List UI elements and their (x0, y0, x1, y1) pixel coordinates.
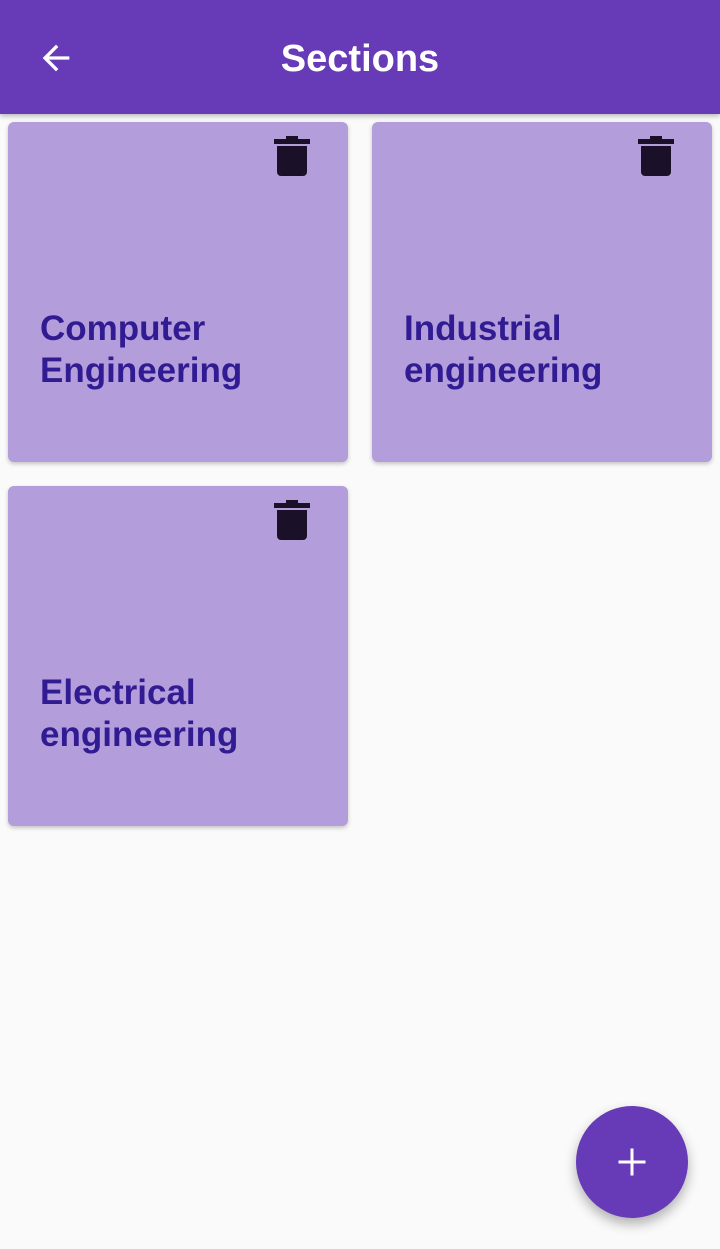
section-card-industrial-engineering[interactable]: Industrial engineering (372, 122, 712, 462)
trash-icon (274, 500, 310, 540)
section-card-electrical-engineering[interactable]: Electrical engineering (8, 486, 348, 826)
page-title: Sections (280, 38, 440, 80)
section-label: Electrical engineering (40, 673, 239, 754)
trash-icon (274, 136, 310, 176)
section-card-computer-engineering[interactable]: Computer Engineering (8, 122, 348, 462)
delete-button[interactable] (272, 134, 312, 178)
add-section-button[interactable] (576, 1106, 688, 1218)
plus-icon (618, 1148, 646, 1176)
delete-button[interactable] (636, 134, 676, 178)
section-label: Computer Engineering (40, 309, 243, 390)
section-label: Industrial engineering (404, 309, 603, 390)
trash-icon (638, 136, 674, 176)
app-bar: Sections (0, 0, 720, 114)
delete-button[interactable] (272, 498, 312, 542)
